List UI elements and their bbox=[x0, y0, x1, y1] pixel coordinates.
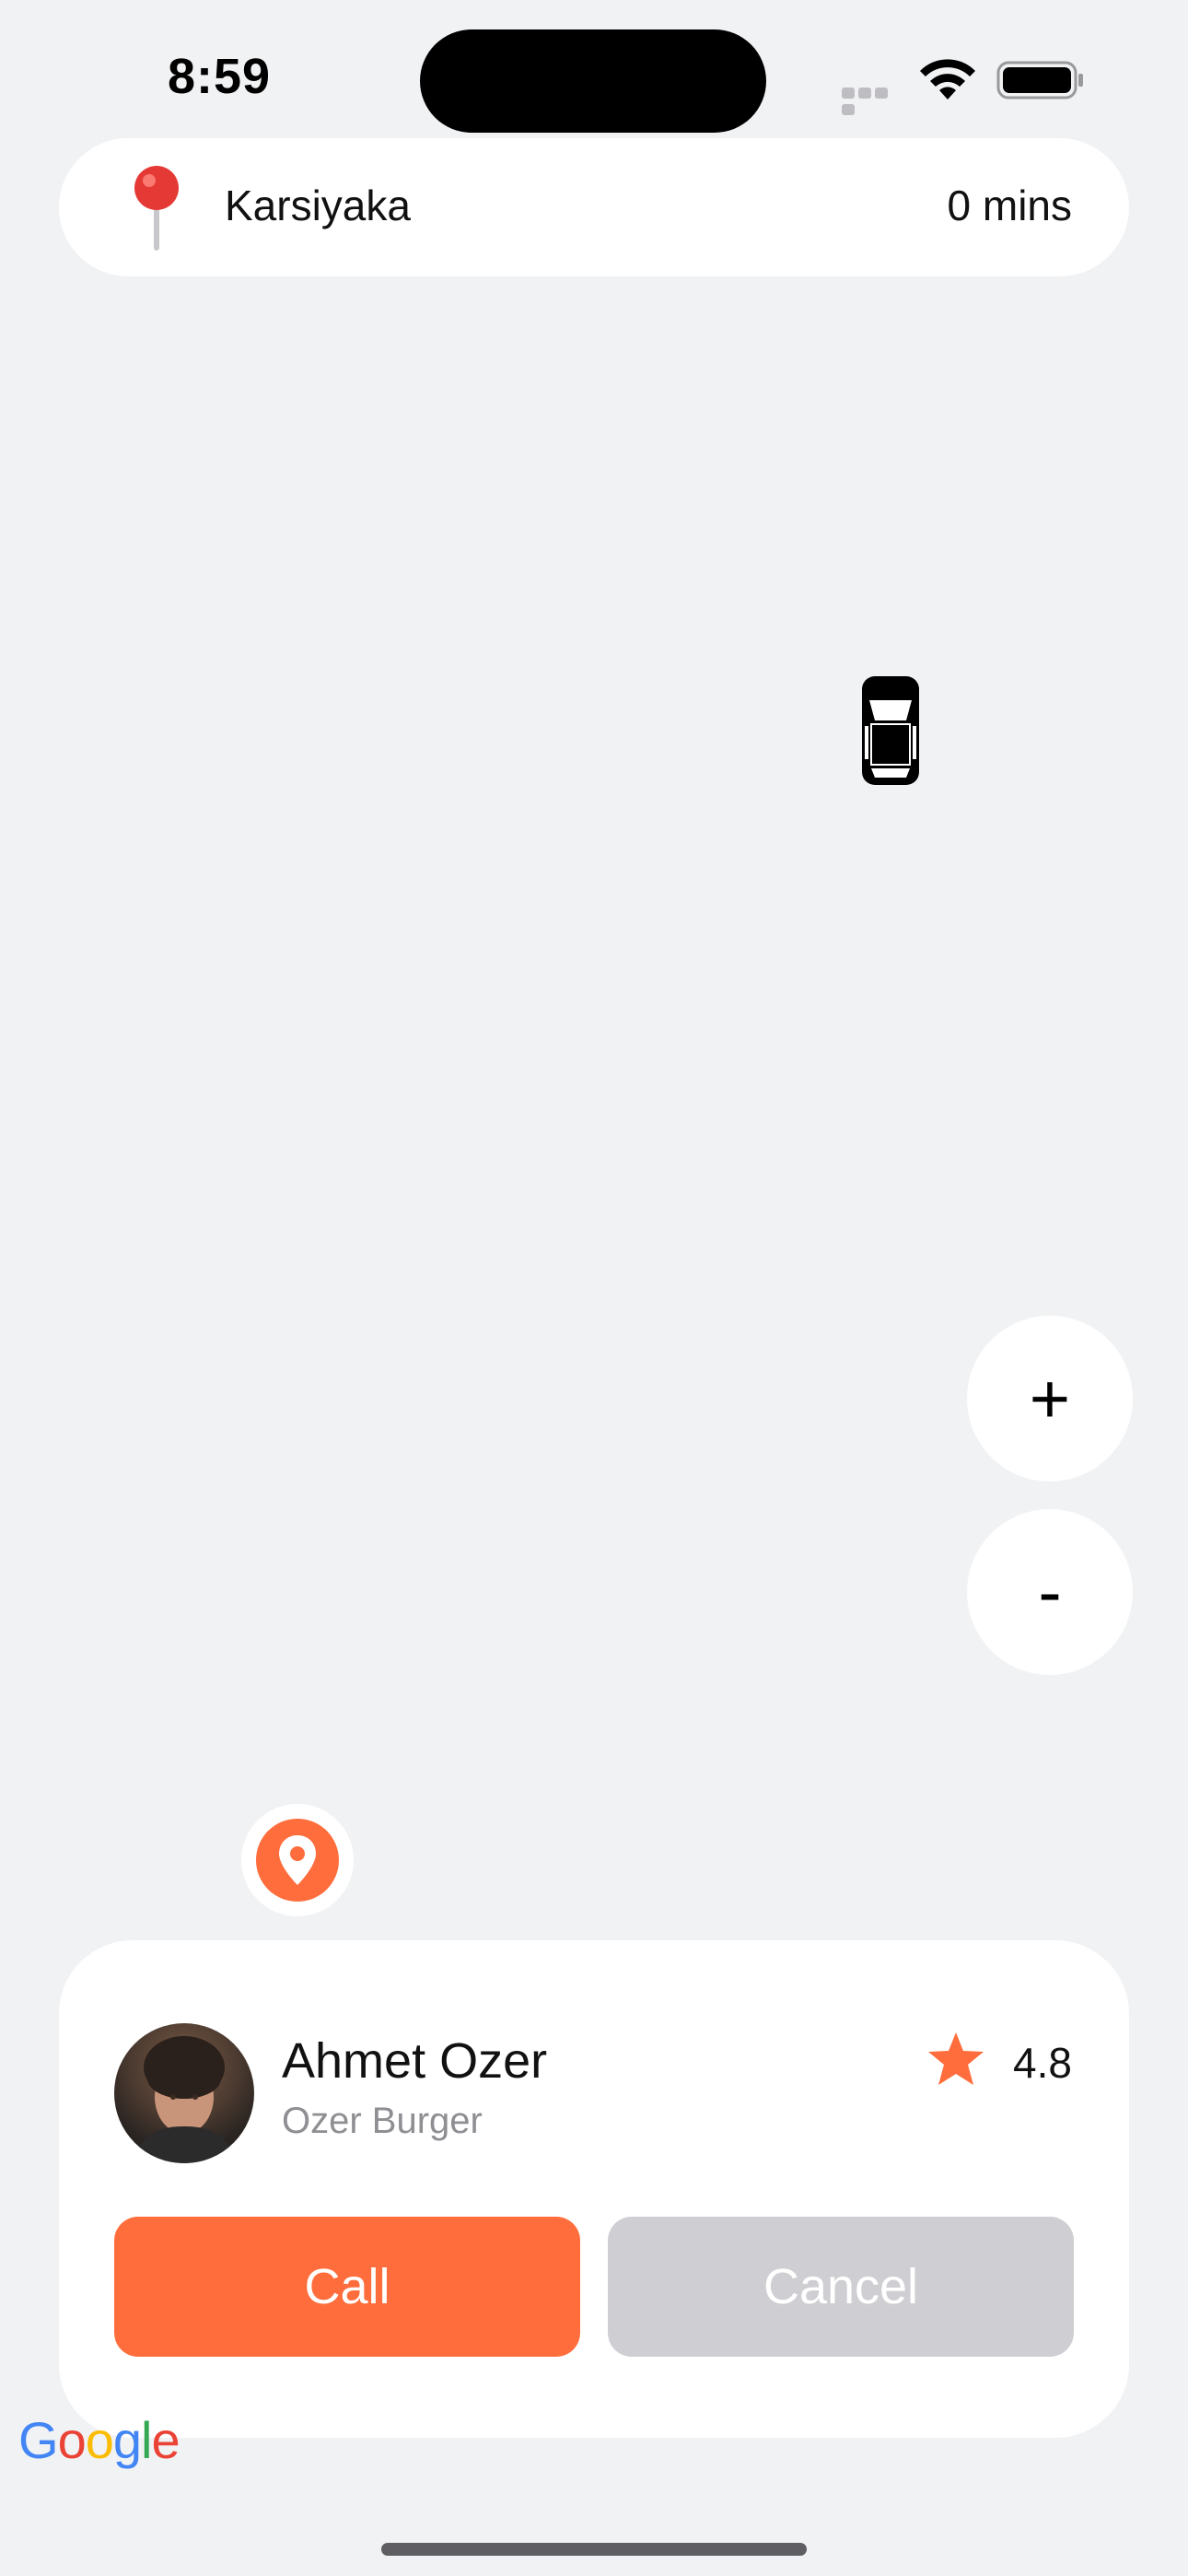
zoom-in-button[interactable]: + bbox=[967, 1316, 1133, 1481]
location-marker-icon bbox=[256, 1819, 339, 1902]
map-pin-icon bbox=[134, 166, 179, 251]
eta-label: 0 mins bbox=[947, 181, 1072, 229]
driver-avatar bbox=[114, 2023, 254, 2163]
google-logo[interactable]: Google bbox=[18, 2410, 181, 2470]
home-indicator[interactable] bbox=[381, 2543, 807, 2556]
status-bar: 8:59 bbox=[0, 0, 1188, 138]
driver-card bbox=[59, 1940, 1129, 2438]
driver-business: Ozer Burger bbox=[282, 2101, 483, 2141]
cancel-button[interactable]: Cancel bbox=[608, 2217, 1074, 2357]
wifi-icon bbox=[920, 59, 975, 100]
battery-icon bbox=[996, 61, 1083, 100]
cellular-signal-icon bbox=[842, 87, 906, 115]
call-button[interactable]: Call bbox=[114, 2217, 580, 2357]
destination-name: Karsiyaka bbox=[225, 181, 411, 229]
driver-name: Ahmet Ozer bbox=[282, 2033, 548, 2089]
status-time: 8:59 bbox=[168, 49, 272, 104]
driver-rating: 4.8 bbox=[1013, 2039, 1072, 2087]
car-icon bbox=[862, 676, 919, 785]
zoom-out-button[interactable]: - bbox=[967, 1509, 1133, 1675]
dynamic-island bbox=[420, 29, 766, 133]
destination-marker[interactable] bbox=[241, 1804, 354, 1916]
star-icon bbox=[928, 2032, 984, 2085]
